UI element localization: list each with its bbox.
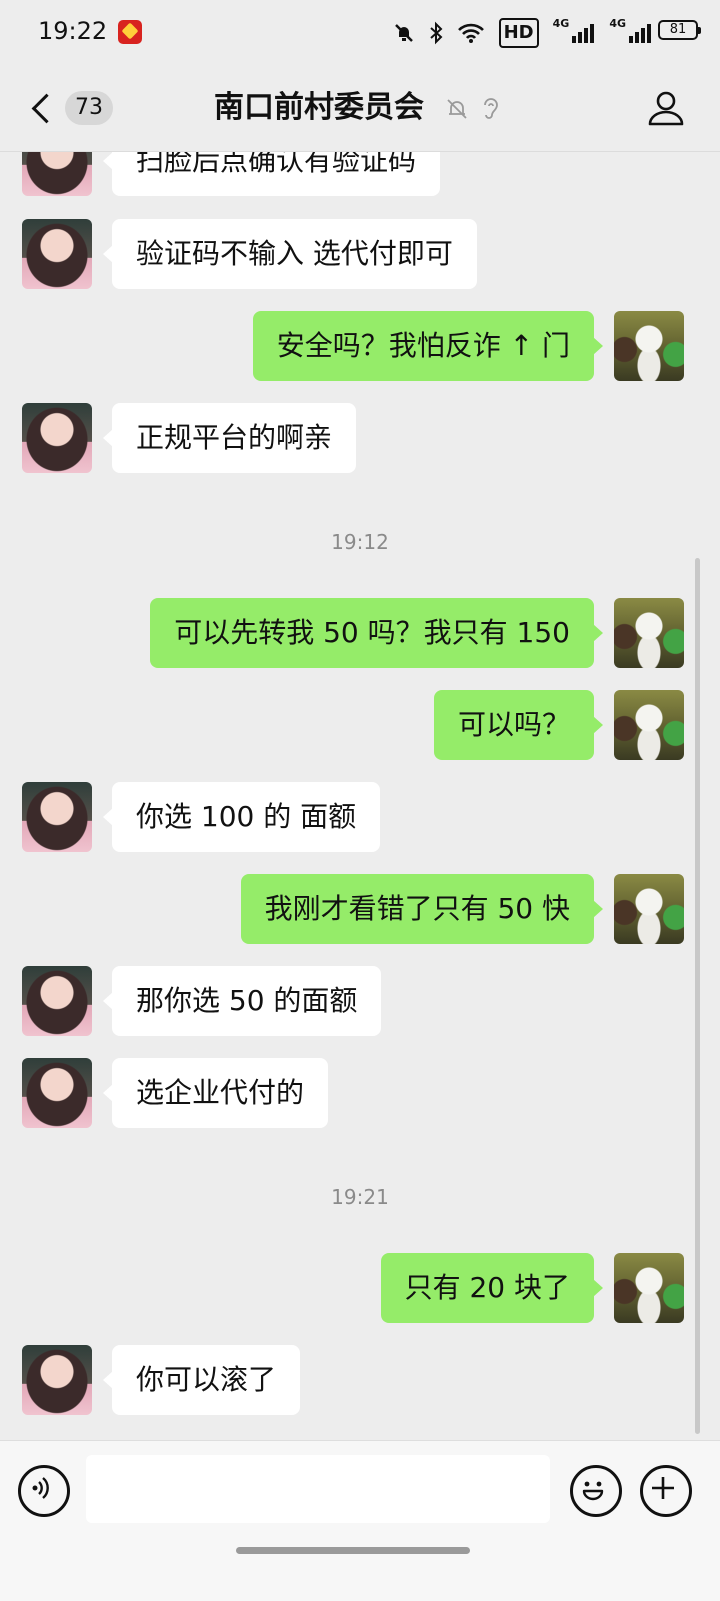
battery-icon: 81 (658, 20, 701, 40)
contact-avatar[interactable] (22, 1345, 92, 1415)
incoming-message[interactable]: 扫脸后点确认有验证码 (102, 152, 441, 196)
incoming-message[interactable]: 那你选 50 的面额 (102, 966, 382, 1036)
incoming-message[interactable]: 你可以滚了 (102, 1345, 301, 1415)
emoji-button[interactable] (570, 1465, 622, 1517)
contact-avatar[interactable] (22, 1058, 92, 1128)
message-timestamp: 19:21 (331, 1185, 389, 1209)
status-bar: 19:22 HD 4G 4G 81 (0, 0, 720, 64)
input-bar (0, 1440, 720, 1601)
status-time: 19:22 (38, 17, 108, 45)
outgoing-message[interactable]: 可以先转我 50 吗？我只有 150 (150, 598, 603, 668)
app-notification-icon (118, 20, 142, 44)
my-avatar[interactable] (614, 1253, 684, 1323)
message-list[interactable]: 扫脸后点确认有验证码 验证码不输入 选代付即可 安全吗？我怕反诈 ↑ 门 正规平… (0, 152, 720, 1442)
contact-avatar[interactable] (22, 782, 92, 852)
battery-level: 81 (669, 22, 687, 37)
contact-avatar[interactable] (22, 152, 92, 196)
contact-avatar[interactable] (22, 966, 92, 1036)
outgoing-message[interactable]: 只有 20 块了 (380, 1253, 604, 1323)
mute-icon (394, 24, 413, 42)
incoming-message[interactable]: 验证码不输入 选代付即可 (103, 219, 477, 289)
signal-icon (629, 24, 651, 43)
my-avatar[interactable] (614, 874, 684, 944)
signal-4g-label-2: 4G (609, 17, 626, 30)
message-input[interactable] (86, 1455, 550, 1523)
contact-avatar[interactable] (22, 403, 92, 473)
voice-button[interactable] (18, 1465, 70, 1517)
chat-header: 73 南口前村委员会 (0, 64, 720, 152)
contact-avatar[interactable] (22, 219, 92, 289)
home-indicator[interactable] (236, 1547, 470, 1554)
bluetooth-icon (429, 21, 443, 45)
person-icon[interactable] (646, 88, 686, 128)
my-avatar[interactable] (614, 311, 684, 381)
back-chevron-icon (31, 93, 62, 123)
wifi-icon (457, 23, 484, 43)
voice-icon (32, 1477, 49, 1499)
scrollbar[interactable] (695, 558, 700, 1434)
incoming-message[interactable]: 你选 100 的 面额 (102, 782, 381, 852)
chat-title: 南口前村委员会 (214, 90, 424, 125)
my-avatar[interactable] (614, 690, 684, 760)
hd-voice-icon: HD (498, 18, 539, 48)
outgoing-message[interactable]: 我刚才看错了只有 50 快 (240, 874, 604, 944)
unread-count-badge: 73 (65, 91, 113, 125)
signal-4g-label-1: 4G (552, 17, 570, 30)
incoming-message[interactable]: 正规平台的啊亲 (102, 403, 357, 473)
ear-icon (484, 98, 498, 119)
status-icons: HD 4G 4G (393, 18, 652, 48)
message-timestamp: 19:12 (331, 530, 389, 554)
my-avatar[interactable] (614, 598, 684, 668)
outgoing-message[interactable]: 安全吗？我怕反诈 ↑ 门 (252, 311, 604, 381)
mute-bell-icon (447, 99, 467, 119)
more-button[interactable] (640, 1465, 692, 1517)
signal-icon (572, 24, 595, 43)
outgoing-message[interactable]: 可以吗？ (433, 690, 604, 760)
back-button[interactable]: 73 (26, 86, 116, 130)
emoji-icon (582, 1481, 604, 1501)
plus-icon (652, 1477, 674, 1499)
incoming-message[interactable]: 选企业代付的 (102, 1058, 329, 1128)
